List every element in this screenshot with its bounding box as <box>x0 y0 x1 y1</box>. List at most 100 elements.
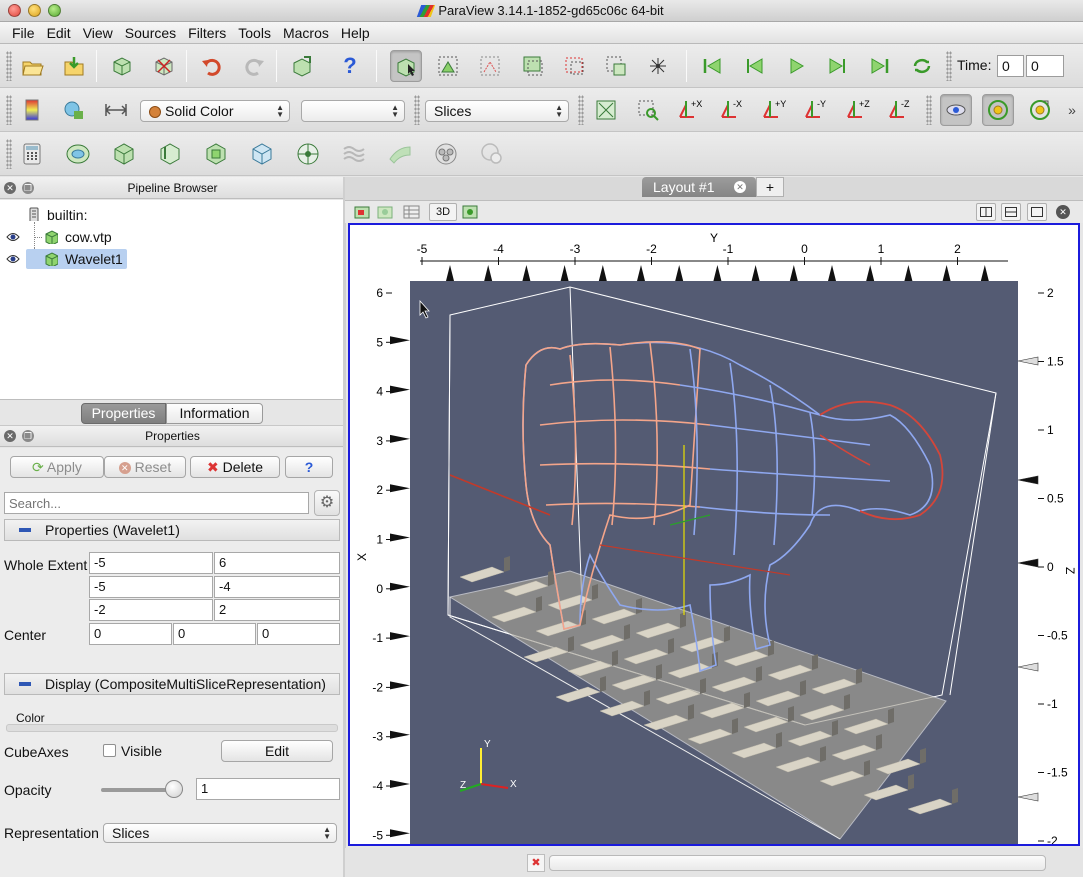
pipeline-item-selected[interactable]: Wavelet1 <box>0 248 345 270</box>
time-field[interactable]: 0 <box>997 55 1024 77</box>
gear-icon[interactable]: ⚙ <box>314 490 340 516</box>
reset-center-icon[interactable] <box>1024 94 1056 126</box>
whole-extent-field[interactable]: -5 <box>89 552 213 574</box>
interact-icon[interactable] <box>390 50 422 82</box>
undo-icon[interactable] <box>196 50 228 82</box>
menu-edit[interactable]: Edit <box>41 22 77 43</box>
warp-by-vector-icon[interactable] <box>384 138 416 170</box>
color-swatch-button[interactable] <box>6 724 338 732</box>
search-input[interactable] <box>4 492 309 514</box>
view-plus-y-icon[interactable]: +Y <box>758 94 790 126</box>
tab-properties[interactable]: Properties <box>81 403 166 424</box>
component-select[interactable]: ▲ ▼ <box>301 100 405 122</box>
float-panel-icon[interactable]: ❐ <box>22 182 34 194</box>
whole-extent-field[interactable]: -5 <box>89 576 213 598</box>
add-layout-button[interactable]: + <box>756 177 784 197</box>
calculator-icon[interactable] <box>16 138 48 170</box>
extract-level-icon[interactable] <box>476 138 508 170</box>
view-settings-icon[interactable] <box>376 203 396 221</box>
select-cells-through-icon[interactable] <box>516 50 548 82</box>
float-panel-icon[interactable]: ❐ <box>22 430 34 442</box>
apply-button[interactable]: ⟳ Apply <box>10 456 104 478</box>
extract-subset-icon[interactable] <box>246 138 278 170</box>
help-icon[interactable]: ? <box>334 50 366 82</box>
render-view[interactable]: Y -5 -4 -3 -2 -1 0 1 2 X 6 5 4 3 2 1 0 -1 -2 -3 -4 -5 Z 2 1… <box>348 223 1080 846</box>
split-vertical-icon[interactable] <box>1001 203 1021 221</box>
group-datasets-icon[interactable] <box>430 138 462 170</box>
eye-icon[interactable] <box>6 232 20 242</box>
rescale-custom-range-icon[interactable] <box>100 94 132 126</box>
view-plus-x-icon[interactable]: +X <box>674 94 706 126</box>
zoom-to-box-icon[interactable] <box>632 94 664 126</box>
close-view-icon[interactable]: ✕ <box>1053 203 1073 221</box>
minimize-window-button[interactable] <box>28 4 41 17</box>
whole-extent-field[interactable]: -2 <box>89 599 213 621</box>
select-points-on-icon[interactable] <box>474 50 506 82</box>
cube-axes-edit-button[interactable]: Edit <box>221 740 333 762</box>
eye-icon[interactable] <box>6 254 20 264</box>
next-frame-icon[interactable] <box>822 50 854 82</box>
menu-macros[interactable]: Macros <box>277 22 335 43</box>
menu-help[interactable]: Help <box>335 22 376 43</box>
capture-screenshot-icon[interactable] <box>353 203 373 221</box>
close-panel-icon[interactable]: ✕ <box>4 182 16 194</box>
toolbar-handle[interactable] <box>6 51 12 81</box>
pipeline-root[interactable]: builtin: <box>0 204 345 226</box>
rescale-range-icon[interactable] <box>58 94 90 126</box>
redo-icon[interactable] <box>238 50 270 82</box>
section-properties[interactable]: Properties (Wavelet1) <box>4 519 340 541</box>
menu-sources[interactable]: Sources <box>119 22 182 43</box>
opacity-field[interactable]: 1 <box>196 778 340 800</box>
loop-icon[interactable] <box>906 50 938 82</box>
menu-view[interactable]: View <box>77 22 119 43</box>
tab-layout-1[interactable]: Layout #1 ✕ <box>642 177 756 197</box>
representation-property-select[interactable]: Slices ▲ ▼ <box>103 823 337 843</box>
clip-icon[interactable] <box>108 138 140 170</box>
slice-icon[interactable] <box>154 138 186 170</box>
center-field[interactable]: 0 <box>257 623 340 645</box>
select-points-through-icon[interactable] <box>558 50 590 82</box>
view-mode-toggle[interactable]: 3D <box>429 203 457 221</box>
show-orientation-axes-icon[interactable] <box>940 94 972 126</box>
open-icon[interactable] <box>16 50 48 82</box>
close-panel-icon[interactable]: ✕ <box>4 430 16 442</box>
view-minus-x-icon[interactable]: -X <box>716 94 748 126</box>
abort-icon[interactable]: ✖ <box>527 854 545 872</box>
reset-button[interactable]: ✕ Reset <box>104 456 186 478</box>
zoom-window-button[interactable] <box>48 4 61 17</box>
connect-icon[interactable] <box>106 50 138 82</box>
show-center-icon[interactable] <box>982 94 1014 126</box>
cube-axes-visible-checkbox[interactable] <box>103 744 116 757</box>
toolbar-overflow-icon[interactable]: » <box>1062 94 1082 126</box>
last-frame-icon[interactable] <box>864 50 896 82</box>
select-cells-on-icon[interactable] <box>432 50 464 82</box>
reset-camera-icon[interactable] <box>590 94 622 126</box>
whole-extent-field[interactable]: -4 <box>214 576 340 598</box>
menu-filters[interactable]: Filters <box>182 22 232 43</box>
representation-select[interactable]: Slices ▲ ▼ <box>425 100 569 122</box>
center-field[interactable]: 0 <box>173 623 256 645</box>
close-window-button[interactable] <box>8 4 21 17</box>
contour-icon[interactable] <box>62 138 94 170</box>
help-button[interactable]: ? <box>285 456 333 478</box>
opacity-slider-handle[interactable] <box>165 780 183 798</box>
view-minus-z-icon[interactable]: -Z <box>884 94 916 126</box>
whole-extent-field[interactable]: 2 <box>214 599 340 621</box>
menu-file[interactable]: File <box>6 22 41 43</box>
color-map-editor-icon[interactable] <box>16 94 48 126</box>
select-block-icon[interactable] <box>600 50 632 82</box>
previous-frame-icon[interactable] <box>738 50 770 82</box>
threshold-icon[interactable] <box>200 138 232 170</box>
camera-undo-icon[interactable] <box>286 50 318 82</box>
render-canvas[interactable]: Y -5 -4 -3 -2 -1 0 1 2 X 6 5 4 3 2 1 0 -1 -2 -3 -4 -5 Z 2 1… <box>350 225 1078 844</box>
play-icon[interactable] <box>780 50 812 82</box>
save-state-icon[interactable] <box>58 50 90 82</box>
first-frame-icon[interactable] <box>696 50 728 82</box>
center-field[interactable]: 0 <box>89 623 172 645</box>
disconnect-icon[interactable] <box>148 50 180 82</box>
camera-link-icon[interactable] <box>461 203 481 221</box>
close-tab-icon[interactable]: ✕ <box>734 181 746 193</box>
panel-splitter[interactable] <box>343 177 346 877</box>
view-plus-z-icon[interactable]: +Z <box>842 94 874 126</box>
maximize-view-icon[interactable] <box>1027 203 1047 221</box>
